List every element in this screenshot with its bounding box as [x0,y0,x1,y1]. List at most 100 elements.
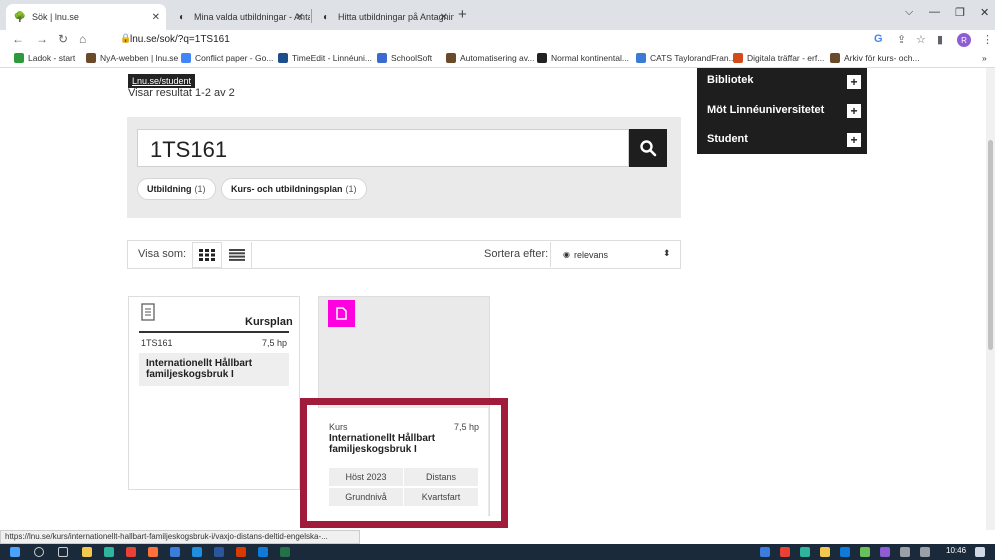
app-icon[interactable] [258,547,268,557]
bookmark-conflict-paper[interactable]: Conflict paper - Go... [181,53,273,63]
docs-icon [181,53,191,63]
tray-icon[interactable] [840,547,850,557]
divider [139,331,289,333]
search-query-text[interactable]: 1TS161 [150,137,227,163]
reload-icon[interactable]: ↻ [58,32,68,46]
bookmark-arkiv[interactable]: Arkiv för kurs- och... [830,53,920,63]
view-label: Visa som: [138,248,187,260]
tray-icon[interactable] [880,547,890,557]
maximize-button[interactable]: ❐ [955,6,965,19]
forward-arrow-icon[interactable]: → [36,32,48,46]
menu-item-bibliotek[interactable]: Bibliotek [707,74,753,86]
firefox-icon[interactable] [148,547,158,557]
bookmark-nya-webben[interactable]: NyA-webben | lnu.se [86,53,178,63]
more-bookmarks-icon[interactable]: » [982,53,987,63]
sort-label: Sortera efter: [484,248,549,260]
tray-icon[interactable] [860,547,870,557]
bookmark-schoolsoft[interactable]: SchoolSoft [377,53,432,63]
clock-time[interactable]: 10:46 [946,546,966,555]
search-button[interactable] [629,129,667,167]
back-arrow-icon[interactable]: ← [12,32,24,46]
schoolsoft-icon [377,53,387,63]
tab-title: Sök | lnu.se [32,12,79,22]
scrollbar-thumb[interactable] [988,140,993,350]
expand-plus-icon[interactable]: + [847,75,861,89]
profile-avatar[interactable]: R [957,33,971,47]
expand-plus-icon[interactable]: + [847,104,861,118]
tray-icon[interactable] [800,547,810,557]
tray-icon[interactable] [780,547,790,557]
tray-icon[interactable] [760,547,770,557]
grid-icon [199,249,215,261]
url-field[interactable]: lnu.se/sok/?q=1TS161 [130,34,230,45]
document-icon [336,307,347,320]
sort-select[interactable]: ◉ relevans [550,242,680,267]
bookmark-digitala-traffar[interactable]: Digitala träffar - erf... [733,53,824,63]
menu-item-mot-linneuniversitetet[interactable]: Möt Linnéuniversitetet [707,104,824,116]
close-window-button[interactable]: ✕ [980,6,989,19]
filter-kurs-utbildningsplan[interactable]: Kurs- och utbildningsplan (1) [221,178,367,200]
share-icon[interactable]: ⇪ [897,33,906,46]
tab-search-icon[interactable]: ⌵ [905,6,913,19]
bookmark-normal-kontinental[interactable]: Normal kontinental... [537,53,629,63]
timeedit-icon [278,53,288,63]
app-icon[interactable] [236,547,246,557]
minimize-button[interactable]: — [929,6,940,18]
bookmark-ladok[interactable]: Ladok - start [14,53,75,63]
close-tab-icon[interactable]: ✕ [296,12,304,23]
star-icon[interactable]: ☆ [916,33,926,46]
site-icon [537,53,547,63]
tray-icon[interactable] [820,547,830,557]
app-icon[interactable] [192,547,202,557]
new-tab-button[interactable]: + [458,6,467,23]
word-icon[interactable] [214,547,224,557]
menu-item-student[interactable]: Student [707,133,748,145]
tab-sok-lnu[interactable]: 🌳 Sök | lnu.se ✕ [6,4,166,30]
antagning-favicon-icon: ◐ [178,11,186,23]
digitala-icon [733,53,743,63]
lnu-icon [86,53,96,63]
close-tab-icon[interactable]: ✕ [440,12,448,23]
menu-dots-icon[interactable]: ⋮ [982,33,993,46]
windows-start-icon[interactable] [10,547,20,557]
lnu-favicon-icon: 🌳 [13,11,27,23]
notification-icon[interactable] [975,547,985,557]
close-tab-icon[interactable]: ✕ [152,12,160,23]
highlight-box [300,398,508,528]
bookmark-automatisering[interactable]: Automatisering av... [446,53,535,63]
excel-icon[interactable] [280,547,290,557]
task-view-icon[interactable] [58,547,68,557]
filter-utbildning[interactable]: Utbildning (1) [137,178,216,200]
ladok-icon [14,53,24,63]
tab-title: Mina valda utbildningar - Antagn [194,12,310,22]
tab-mina-utbildningar[interactable]: ◐ Mina valda utbildningar - Antagn ✕ [168,4,310,30]
cats-icon [636,53,646,63]
card-type: Kursplan [245,316,293,328]
course-badge [328,300,355,327]
battery-icon[interactable] [920,547,930,557]
card-title[interactable]: Internationellt Hållbart familjeskogsbru… [146,358,286,380]
sort-value: relevans [573,249,609,260]
google-icon[interactable]: G [874,33,883,45]
home-icon[interactable]: ⌂ [79,32,86,46]
lnu-icon [830,53,840,63]
expand-plus-icon[interactable]: + [847,133,861,147]
edge-icon[interactable] [104,547,114,557]
lnu-icon [446,53,456,63]
sidepanel-icon[interactable]: ▮ [937,33,943,46]
results-count: Visar resultat 1-2 av 2 [128,87,235,99]
search-icon[interactable] [34,547,44,557]
document-icon [141,303,155,321]
course-code: 1TS161 [141,338,173,348]
list-view-button[interactable] [222,242,252,268]
chrome-icon[interactable] [126,547,136,557]
bookmark-timeedit[interactable]: TimeEdit - Linnéuni... [278,53,372,63]
grid-view-button[interactable] [192,242,222,268]
link-status-bar: https://lnu.se/kurs/internationellt-hall… [0,530,360,544]
sort-caret-icon: ⬍ [663,248,671,258]
app-icon[interactable] [170,547,180,557]
bookmark-cats[interactable]: CATS TaylorandFran... [636,53,736,63]
tab-hitta-utbildningar[interactable]: ◐ Hitta utbildningar på Antagning.s ✕ [312,4,454,30]
file-explorer-icon[interactable] [82,547,92,557]
volume-icon[interactable] [900,547,910,557]
